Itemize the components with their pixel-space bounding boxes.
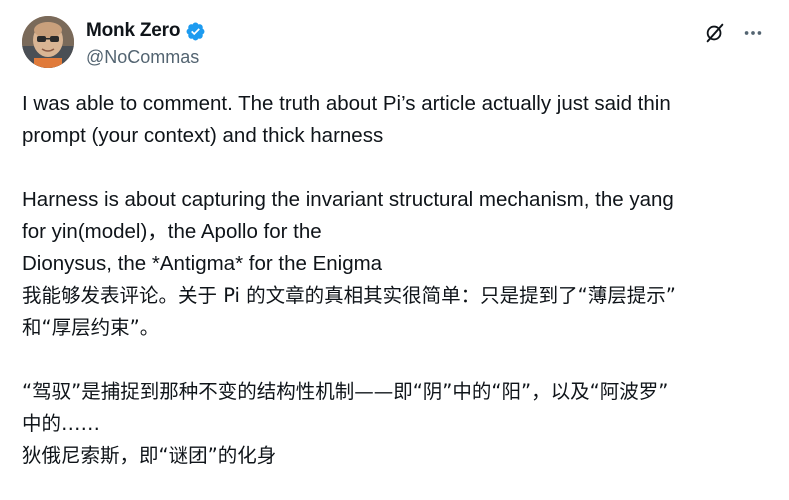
tweet-line: 中的…… xyxy=(22,412,101,435)
tweet-line: 和“厚层约束”。 xyxy=(22,316,160,339)
display-name[interactable]: Monk Zero xyxy=(86,20,180,42)
tweet-line: “驾驭”是捕捉到那种不变的结构性机制——即“阴”中的“阳”，以及“阿波罗” xyxy=(22,380,669,403)
tweet-line: Harness is about capturing the invariant… xyxy=(22,188,674,211)
tweet-actions xyxy=(690,20,766,46)
tweet-line: 狄俄尼索斯，即“谜团”的化身 xyxy=(22,444,277,467)
avatar-photo-icon xyxy=(22,16,74,68)
grok-button[interactable] xyxy=(702,20,728,46)
handle[interactable]: @NoCommas xyxy=(86,47,206,68)
tweet-line: Dionysus, the *Antigma* for the Enigma xyxy=(22,252,383,275)
tweet-text: I was able to comment. The truth about P… xyxy=(22,88,772,472)
tweet-line: for yin(model)，the Apollo for the xyxy=(22,220,322,243)
verified-badge-icon[interactable] xyxy=(185,21,206,42)
avatar[interactable] xyxy=(22,16,74,68)
grok-icon xyxy=(706,23,724,43)
tweet-line: prompt (your context) and thick harness xyxy=(22,124,384,147)
tweet-header: Monk Zero @NoCommas xyxy=(22,16,772,72)
tweet-line: I was able to comment. The truth about P… xyxy=(22,92,671,115)
tweet-line: 我能够发表评论。关于 Pi 的文章的真相其实很简单：只是提到了“薄层提示” xyxy=(22,284,676,307)
author-names: Monk Zero @NoCommas xyxy=(86,18,206,68)
more-button[interactable] xyxy=(740,20,766,46)
tweet: Monk Zero @NoCommas I was able to commen… xyxy=(0,0,789,500)
more-icon xyxy=(744,31,762,35)
